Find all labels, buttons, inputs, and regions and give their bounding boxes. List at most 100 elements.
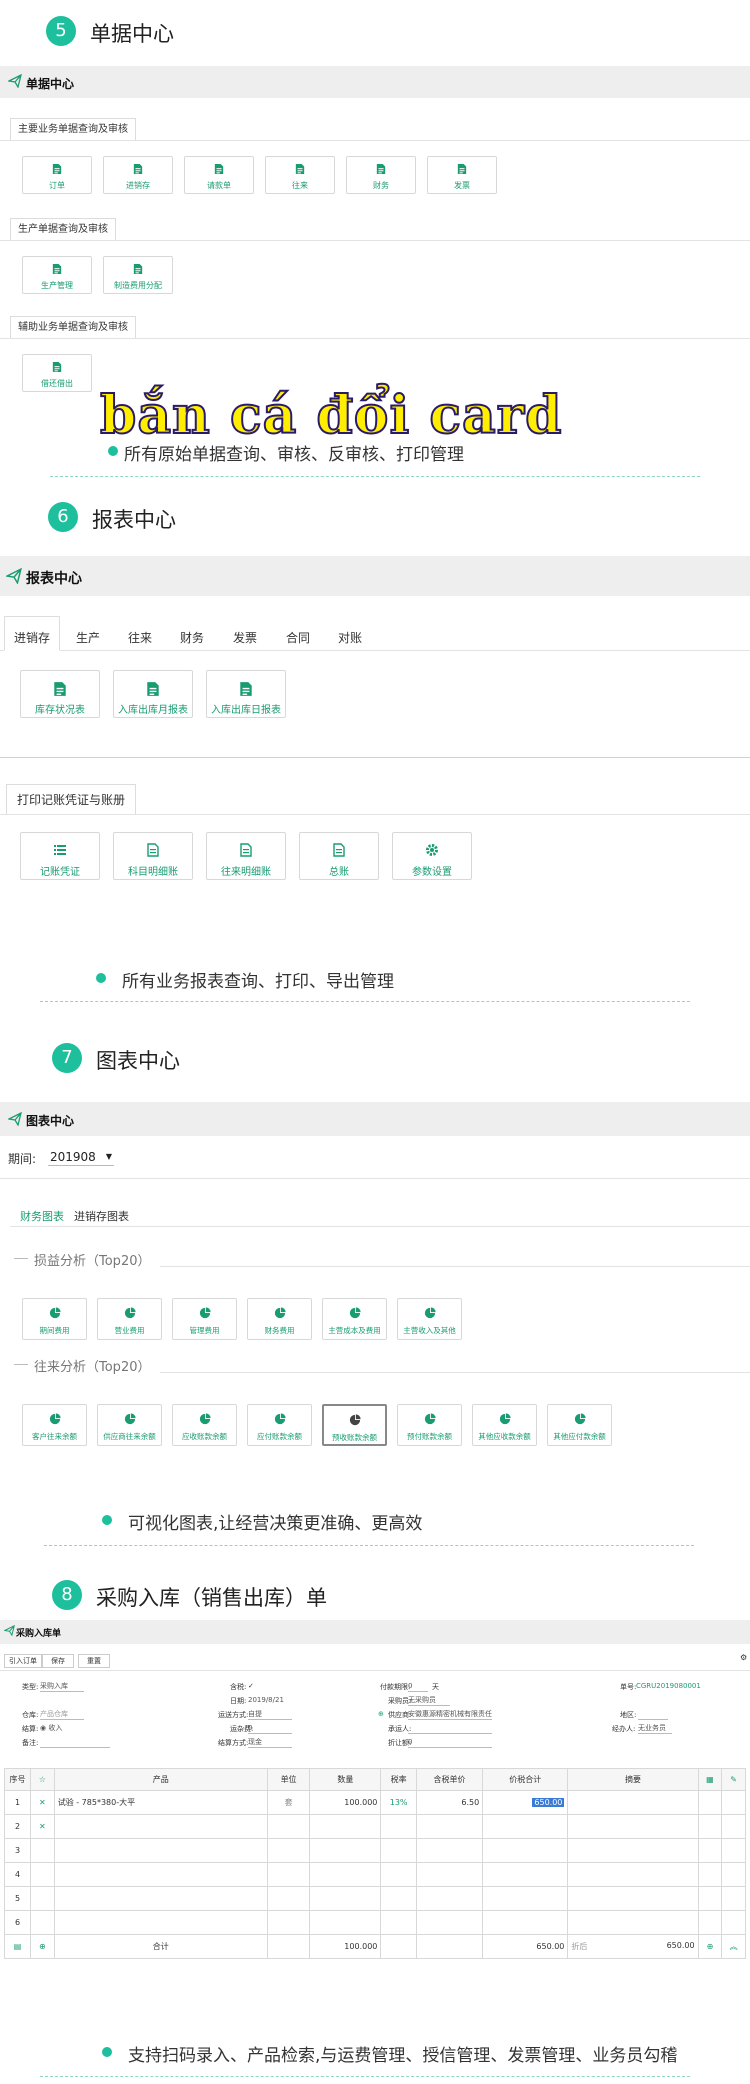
chart-tile[interactable]: 财务费用 <box>247 1298 312 1340</box>
empty-cell[interactable] <box>721 1814 746 1839</box>
tax-cell[interactable]: 13% <box>380 1790 417 1815</box>
empty-cell[interactable] <box>380 1886 417 1911</box>
empty-cell[interactable] <box>380 1862 417 1887</box>
tab-report[interactable]: 生产 <box>76 629 100 646</box>
store-select[interactable]: 产品仓库 <box>40 1708 84 1720</box>
empty-cell[interactable] <box>415 1910 484 1935</box>
empty-cell[interactable] <box>721 1886 746 1911</box>
report-tile[interactable]: 入库出库日报表 <box>206 670 286 718</box>
print-tile[interactable]: 记账凭证 <box>20 832 100 880</box>
empty-cell[interactable] <box>415 1886 484 1911</box>
empty-cell[interactable] <box>415 1838 484 1863</box>
empty-cell[interactable] <box>697 1838 723 1863</box>
empty-cell[interactable] <box>53 1886 268 1911</box>
chart-tile[interactable]: 管理费用 <box>172 1298 237 1340</box>
tab-report[interactable]: 财务 <box>180 629 204 646</box>
empty-cell[interactable] <box>697 1814 723 1839</box>
chart-tile[interactable]: 营业费用 <box>97 1298 162 1340</box>
calculator-icon[interactable]: ▤ <box>14 1942 22 1951</box>
mode-radio[interactable]: ◉ 收入 <box>40 1722 80 1734</box>
print-tile[interactable]: 往来明细账 <box>206 832 286 880</box>
empty-cell[interactable] <box>482 1886 569 1911</box>
date-input[interactable]: 2019/8/21 <box>248 1694 292 1706</box>
supplier-select[interactable]: 安徽惠源精密机械有限责任公司 <box>408 1708 492 1720</box>
collapse-icon[interactable]: ︽ <box>730 1942 738 1951</box>
tab-report[interactable]: 发票 <box>233 629 257 646</box>
chart-tile[interactable]: 预付账款余额 <box>397 1404 462 1446</box>
doc-tile[interactable]: 进销存 <box>103 156 173 194</box>
report-tile[interactable]: 入库出库月报表 <box>113 670 193 718</box>
empty-cell[interactable] <box>721 1910 746 1935</box>
empty-cell[interactable] <box>721 1838 746 1863</box>
empty-cell[interactable] <box>380 1814 417 1839</box>
import-order-button[interactable]: 引入订单 <box>4 1654 42 1668</box>
qty-cell[interactable]: 100.000 <box>309 1790 382 1815</box>
unit-cell[interactable]: 套 <box>266 1790 311 1815</box>
empty-cell[interactable] <box>482 1862 569 1887</box>
doc-tile[interactable]: 发票 <box>427 156 497 194</box>
chart-tile[interactable]: 其他应付款余额 <box>547 1404 612 1446</box>
report-tile[interactable]: 库存状况表 <box>20 670 100 718</box>
empty-cell[interactable] <box>415 1862 484 1887</box>
empty-cell[interactable] <box>567 1910 699 1935</box>
doc-tile[interactable]: 借还借出 <box>22 354 92 392</box>
doc-tile[interactable]: 制造费用分配 <box>103 256 173 294</box>
empty-cell[interactable] <box>721 1862 746 1887</box>
fee-input[interactable]: 0 <box>248 1722 292 1734</box>
group-tab[interactable]: 辅助业务单据查询及审核 <box>10 316 136 338</box>
chart-tile[interactable]: 主营成本及费用 <box>322 1298 387 1340</box>
empty-cell[interactable] <box>53 1814 268 1839</box>
doc-tile[interactable]: 生产管理 <box>22 256 92 294</box>
empty-cell[interactable] <box>53 1862 268 1887</box>
empty-cell[interactable] <box>482 1838 569 1863</box>
edit-icon[interactable]: ✎ <box>730 1775 737 1784</box>
empty-cell[interactable] <box>309 1886 382 1911</box>
table-row[interactable]: 2 ✕ <box>3 1814 746 1839</box>
star-icon[interactable]: ☆ <box>39 1775 46 1784</box>
empty-cell[interactable] <box>266 1910 311 1935</box>
delete-icon[interactable]: ✕ <box>39 1822 46 1831</box>
doc-tile[interactable]: 财务 <box>346 156 416 194</box>
empty-cell[interactable] <box>53 1910 268 1935</box>
empty-cell[interactable] <box>309 1910 382 1935</box>
period-select[interactable]: 201908 ▼ <box>48 1148 114 1166</box>
add-icon[interactable]: ⊕ <box>707 1942 714 1951</box>
chart-tile[interactable]: 预收账款余额 <box>322 1404 387 1446</box>
tab-finance-charts[interactable]: 财务图表 <box>20 1208 64 1224</box>
table-row[interactable]: 6 <box>3 1910 746 1935</box>
empty-cell[interactable] <box>697 1862 723 1887</box>
delete-icon[interactable]: ✕ <box>39 1798 46 1807</box>
handler-input[interactable] <box>408 1722 492 1734</box>
total-cell[interactable]: 650.00 <box>482 1790 569 1815</box>
table-row[interactable]: 3 <box>3 1838 746 1863</box>
chart-tile[interactable]: 客户往来余额 <box>22 1404 87 1446</box>
empty-cell[interactable] <box>567 1814 699 1839</box>
price-cell[interactable]: 6.50 <box>415 1790 484 1815</box>
empty-cell[interactable] <box>697 1910 723 1935</box>
print-tile[interactable]: 总账 <box>299 832 379 880</box>
reset-button[interactable]: 重置 <box>78 1654 110 1668</box>
empty-cell[interactable] <box>309 1862 382 1887</box>
chart-tile[interactable]: 主营收入及其他 <box>397 1298 462 1340</box>
disc-input[interactable]: 0 <box>408 1736 492 1748</box>
print-tile[interactable]: 科目明细账 <box>113 832 193 880</box>
empty-cell[interactable] <box>309 1838 382 1863</box>
empty-cell[interactable] <box>567 1886 699 1911</box>
empty-cell[interactable] <box>266 1862 311 1887</box>
empty-cell[interactable] <box>53 1838 268 1863</box>
table-row[interactable]: 4 <box>3 1862 746 1887</box>
empty-cell[interactable] <box>567 1862 699 1887</box>
group-tab[interactable]: 主要业务单据查询及审核 <box>10 118 136 140</box>
chart-tile[interactable]: 期间费用 <box>22 1298 87 1340</box>
empty-cell[interactable] <box>309 1814 382 1839</box>
purchaser-select[interactable]: 无采购员 <box>408 1694 450 1706</box>
chart-tile[interactable]: 其他应收款余额 <box>472 1404 537 1446</box>
print-tile[interactable]: 参数设置 <box>392 832 472 880</box>
note-input[interactable] <box>40 1736 110 1748</box>
group-tab[interactable]: 打印记账凭证与账册 <box>6 784 137 814</box>
doc-tile[interactable]: 往来 <box>265 156 335 194</box>
table-row[interactable]: 1 ✕ 试验 - 785*380-大平 套 100.000 13% 6.50 650.00 <box>3 1790 746 1815</box>
gear-icon[interactable]: ⚙ <box>740 1653 747 1662</box>
empty-cell[interactable] <box>697 1886 723 1911</box>
tax-checkbox[interactable]: ✓ <box>248 1682 254 1690</box>
